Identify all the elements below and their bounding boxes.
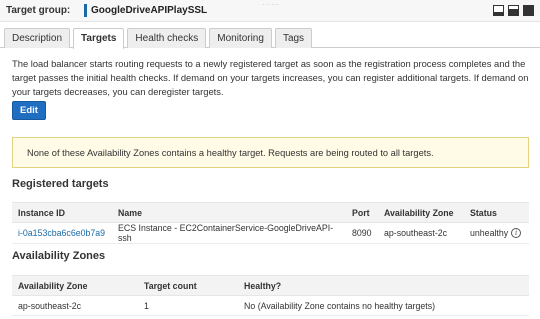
tab-monitoring[interactable]: Monitoring [209, 28, 272, 48]
instance-status: unhealthy i [464, 222, 529, 244]
target-group-label: Target group: [6, 5, 71, 16]
table-header-row: Instance ID Name Port Availability Zone … [12, 202, 529, 223]
tab-targets[interactable]: Targets [73, 28, 125, 49]
edit-button[interactable]: Edit [12, 101, 46, 120]
table-row[interactable]: i-0a153cba6c6e0b7a9 ECS Instance - EC2Co… [12, 222, 529, 244]
health-alert-text: None of these Availability Zones contain… [27, 148, 434, 158]
panel-size-controls [493, 5, 534, 16]
drag-handle-icon[interactable]: ⋯⋯ [262, 0, 280, 9]
instance-port: 8090 [346, 222, 378, 244]
column-header-status[interactable]: Status [464, 202, 529, 223]
tab-health-checks[interactable]: Health checks [127, 28, 207, 48]
instance-availability-zone: ap-southeast-2c [378, 222, 464, 244]
status-text: unhealthy [470, 227, 509, 238]
zone-healthy: No (Availability Zone contains no health… [238, 295, 529, 316]
registered-targets-title: Registered targets [12, 178, 109, 190]
zone-name: ap-southeast-2c [12, 295, 138, 316]
tab-tags[interactable]: Tags [274, 28, 313, 48]
panel-minimize-icon[interactable] [493, 5, 504, 16]
column-header-healthy[interactable]: Healthy? [238, 275, 529, 296]
zone-target-count: 1 [138, 295, 238, 316]
table-header-row: Availability Zone Target count Healthy? [12, 275, 529, 296]
table-row: ap-southeast-2c 1 No (Availability Zone … [12, 295, 529, 316]
registered-targets-table: Instance ID Name Port Availability Zone … [12, 202, 529, 244]
target-group-color-marker [84, 4, 87, 17]
instance-name: ECS Instance - EC2ContainerService-Googl… [112, 222, 346, 244]
target-group-name: GoogleDriveAPIPlaySSL [91, 5, 208, 16]
panel-maximize-icon[interactable] [523, 5, 534, 16]
tab-description[interactable]: Description [4, 28, 71, 48]
instance-id-link[interactable]: i-0a153cba6c6e0b7a9 [12, 222, 112, 244]
info-icon[interactable]: i [511, 228, 522, 239]
column-header-instance-id[interactable]: Instance ID [12, 202, 112, 223]
column-header-availability-zone[interactable]: Availability Zone [12, 275, 138, 296]
availability-zones-title: Availability Zones [12, 250, 106, 262]
column-header-name[interactable]: Name [112, 202, 346, 223]
health-alert: None of these Availability Zones contain… [12, 137, 529, 168]
targets-description: The load balancer starts routing request… [12, 58, 529, 97]
tab-bar: Description Targets Health checks Monito… [4, 28, 313, 49]
column-header-target-count[interactable]: Target count [138, 275, 238, 296]
target-group-header: Target group: GoogleDriveAPIPlaySSL ⋯⋯ [0, 0, 540, 22]
panel-split-icon[interactable] [508, 5, 519, 16]
column-header-port[interactable]: Port [346, 202, 378, 223]
availability-zones-table: Availability Zone Target count Healthy? … [12, 275, 529, 316]
column-header-availability-zone[interactable]: Availability Zone [378, 202, 464, 223]
